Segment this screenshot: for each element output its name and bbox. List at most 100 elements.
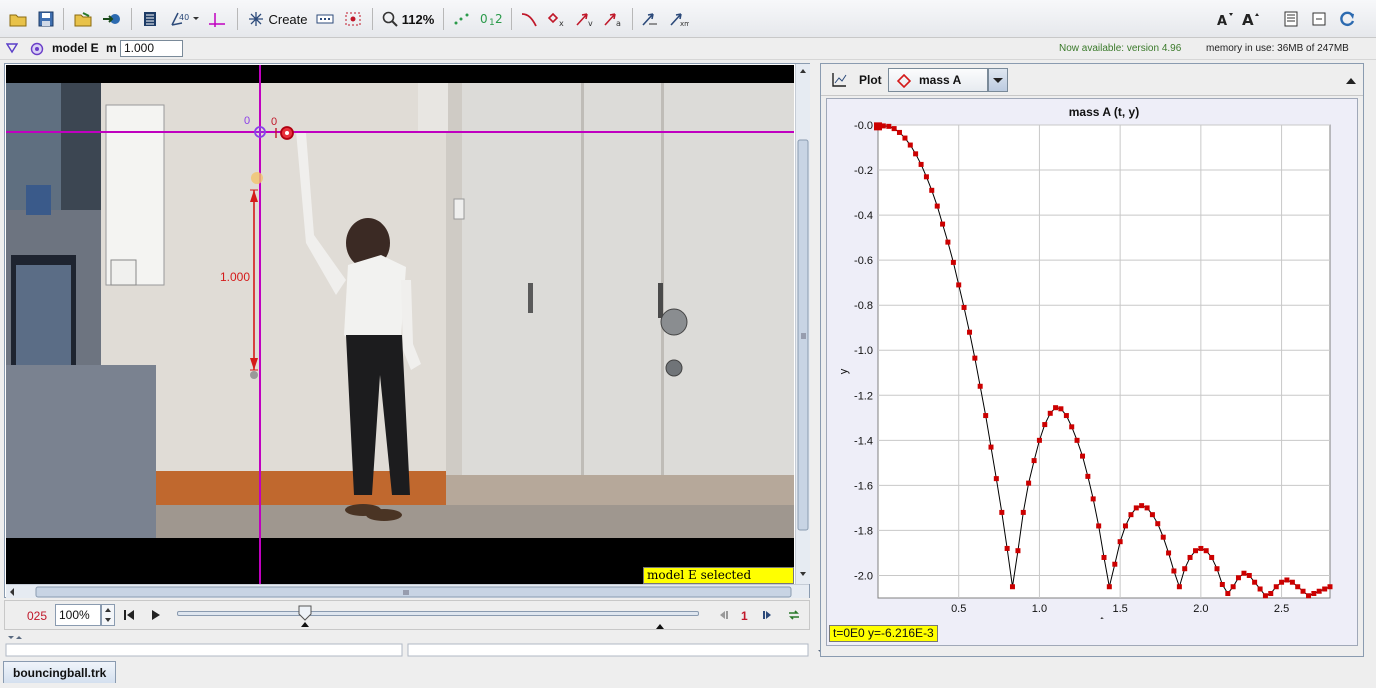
data-point	[1176, 584, 1182, 590]
data-point	[1080, 453, 1086, 459]
svg-text:40: 40	[179, 13, 189, 22]
calibration-tools-icon[interactable]: 40	[168, 8, 200, 30]
calibration-length-label[interactable]: 1.000	[220, 270, 250, 284]
step-forward-icon[interactable]	[762, 609, 774, 624]
data-point	[923, 174, 929, 180]
svg-text:0: 0	[480, 12, 488, 26]
tracks-list-icon[interactable]	[314, 8, 336, 30]
data-point	[934, 203, 940, 209]
y-tick-label: -0.2	[854, 165, 873, 177]
y-tick-label: -0.4	[854, 210, 873, 222]
clip-settings-icon[interactable]	[140, 8, 160, 30]
data-point	[1063, 413, 1069, 419]
data-point	[1074, 437, 1080, 443]
point-mass-icon	[897, 74, 911, 88]
position-icon[interactable]: x	[546, 8, 568, 30]
zoom-field[interactable]: 100%	[55, 604, 101, 626]
mass-a-chart[interactable]: 0.5 1.0 1.5 2.0 2.5 -0.0 -0.2 -0.4 -0.6 -0.8 -1.0 -…	[827, 99, 1357, 628]
update-notice[interactable]: Now available: version 4.96	[1059, 43, 1181, 54]
data-point	[1096, 523, 1102, 529]
video-frame[interactable]: 0 0 1.000 model E selected (locked)	[6, 65, 794, 585]
import-icon[interactable]	[100, 8, 122, 30]
end-frame-marker[interactable]	[655, 619, 665, 633]
chevron-down-icon[interactable]	[988, 68, 1008, 92]
refresh-icon[interactable]	[1337, 8, 1357, 30]
data-point	[1144, 505, 1150, 511]
font-larger-icon[interactable]: A	[1241, 8, 1261, 30]
memory-status[interactable]: memory in use: 36MB of 247MB	[1206, 43, 1349, 54]
trails-icon[interactable]	[451, 8, 473, 30]
data-point	[1166, 550, 1172, 556]
data-point	[1198, 545, 1204, 551]
data-point	[891, 126, 897, 132]
data-point	[1257, 586, 1263, 592]
velocity-icon[interactable]: v	[574, 8, 596, 30]
frame-number[interactable]: 025	[27, 609, 47, 623]
data-point	[1289, 579, 1295, 585]
rewind-icon[interactable]	[123, 608, 135, 625]
video-vertical-scrollbar[interactable]	[795, 64, 810, 584]
data-point	[1015, 548, 1021, 554]
data-point	[913, 151, 919, 157]
data-point	[993, 476, 999, 482]
step-size[interactable]: 1	[741, 609, 748, 623]
label-toggle-icon[interactable]: 012	[478, 8, 504, 30]
data-point	[902, 135, 908, 141]
plot-track-dropdown[interactable]: mass A	[888, 68, 988, 92]
mass-field[interactable]: 1.000	[120, 40, 183, 57]
datatrack-icon[interactable]	[342, 8, 364, 30]
loop-icon[interactable]	[787, 608, 801, 625]
data-point	[896, 129, 902, 135]
open-video-icon[interactable]	[72, 8, 94, 30]
create-track-label: Create	[268, 11, 308, 27]
step-back-icon[interactable]	[717, 609, 729, 624]
momentum-icon[interactable]: xm	[668, 8, 690, 30]
data-point	[1182, 566, 1188, 572]
x-tick-label: 1.0	[1032, 603, 1047, 615]
font-smaller-icon[interactable]: A	[1216, 8, 1234, 30]
data-point	[1225, 590, 1231, 596]
minimize-panel-icon[interactable]	[1310, 8, 1328, 30]
slider-thumb[interactable]	[297, 604, 313, 631]
force-icon[interactable]	[640, 8, 662, 30]
data-point	[1306, 593, 1312, 599]
data-point	[1300, 588, 1306, 594]
data-point	[1004, 545, 1010, 551]
collapse-plot-icon[interactable]	[1345, 75, 1357, 89]
video-horizontal-scrollbar[interactable]	[6, 584, 809, 598]
notes-icon[interactable]	[1282, 8, 1300, 30]
track-menu-arrow-icon[interactable]	[5, 42, 19, 57]
save-icon[interactable]	[36, 8, 56, 30]
data-point	[1031, 458, 1037, 464]
data-point	[1214, 566, 1220, 572]
data-point	[1139, 503, 1145, 509]
data-point	[1171, 568, 1177, 574]
zoom-button[interactable]: 112%	[380, 8, 436, 30]
data-point	[1209, 554, 1215, 560]
data-point	[1117, 539, 1123, 545]
svg-text:A: A	[1242, 11, 1254, 27]
data-point	[1122, 523, 1128, 529]
data-point	[1203, 548, 1209, 554]
data-point	[1155, 521, 1161, 527]
zoom-spinner[interactable]	[101, 604, 115, 626]
data-point	[874, 122, 882, 131]
data-point	[1311, 590, 1317, 596]
y-tick-label: -1.8	[854, 525, 873, 537]
plot-label[interactable]: Plot	[859, 73, 882, 87]
frame-slider[interactable]	[177, 611, 699, 616]
file-tab[interactable]: bouncingball.trk	[3, 661, 117, 683]
track-name[interactable]: model E	[52, 41, 99, 55]
play-icon[interactable]	[150, 608, 162, 625]
open-folder-icon[interactable]	[8, 8, 28, 30]
data-point	[983, 413, 989, 419]
acceleration-icon[interactable]: a	[602, 8, 624, 30]
x-tick-label: 1.5	[1112, 603, 1127, 615]
create-track-button[interactable]: Create	[246, 8, 310, 30]
coordinate-axes-icon[interactable]	[206, 8, 228, 30]
tracker-window: 40 Create 112% 012 x v a xm A A model E …	[0, 0, 1376, 688]
path-icon[interactable]	[518, 8, 540, 30]
data-point	[950, 259, 956, 265]
data-point	[1252, 579, 1258, 585]
plot-area[interactable]: 0.5 1.0 1.5 2.0 2.5 -0.0 -0.2 -0.4 -0.6 -0.8 -1.0 -…	[826, 98, 1358, 646]
